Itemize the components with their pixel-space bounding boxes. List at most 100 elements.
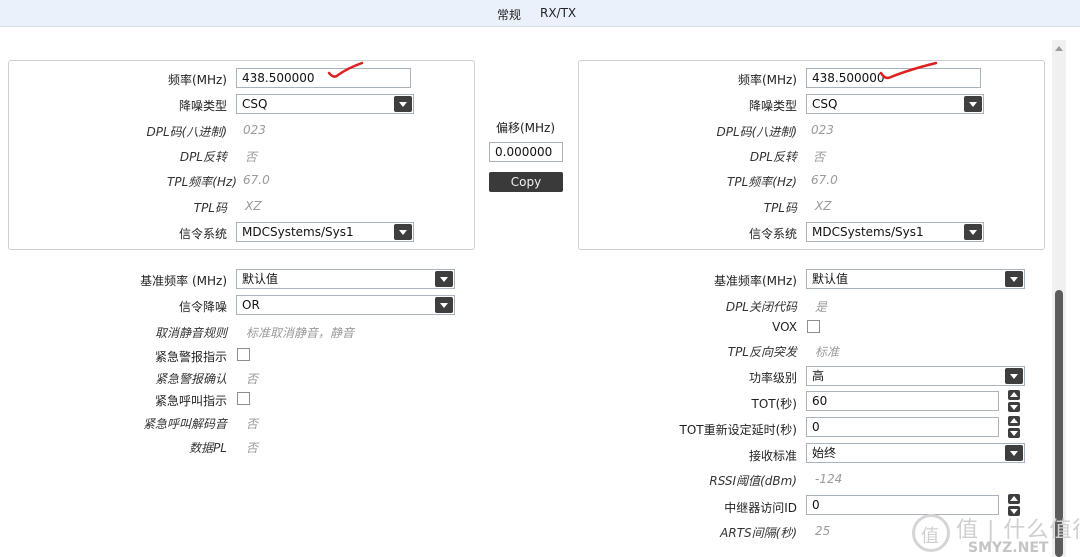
tx-signaling-value: MDCSystems/Sys1	[812, 225, 924, 239]
rx-signaling-value: MDCSystems/Sys1	[242, 225, 354, 239]
chevron-down-icon[interactable]	[394, 224, 412, 240]
tab-rx-tx[interactable]: RX/TX	[540, 6, 576, 20]
tx-power-label: 功率级别	[748, 371, 797, 385]
rx-ref-freq-label: 基准频率 (MHz)	[140, 274, 227, 288]
chevron-up-icon[interactable]	[1008, 494, 1020, 504]
tx-rx-standard-select[interactable]: 始终	[806, 443, 1025, 463]
rx-unmute-rule-value: 标准取消静音，静音	[246, 326, 355, 340]
tx-dpl-turnoff-value: 是	[815, 300, 828, 314]
rx-freq-label: 频率(MHz)	[167, 73, 227, 87]
copy-button[interactable]: Copy	[489, 172, 563, 192]
rx-dpl-invert-value: 否	[245, 150, 258, 164]
rx-data-pl-label: 数据PL	[189, 441, 227, 455]
rx-emergency-decode-value: 否	[246, 417, 259, 431]
rx-squelch-type-select[interactable]: CSQ	[236, 94, 414, 114]
tab-general[interactable]: 常规	[497, 6, 521, 23]
tx-tot-input[interactable]: 60	[806, 391, 999, 411]
offset-label: 偏移(MHz)	[495, 121, 556, 135]
tx-rssi-value: -124	[815, 472, 843, 486]
rx-emergency-call-label: 紧急呼叫指示	[154, 394, 227, 408]
rx-tpl-freq-label: TPL频率(Hz)	[167, 175, 237, 189]
tx-tot-reset-input[interactable]: 0	[806, 417, 999, 437]
chevron-down-icon[interactable]	[1005, 368, 1023, 384]
tx-power-value: 高	[812, 369, 825, 383]
rx-signaling-select[interactable]: MDCSystems/Sys1	[236, 222, 414, 242]
tx-ref-freq-select[interactable]: 默认值	[806, 269, 1025, 289]
rx-emergency-ack-label: 紧急警报确认	[154, 372, 227, 386]
tx-tpl-code-label: TPL码	[763, 201, 797, 215]
tx-repeater-label: 中继器访问ID	[724, 501, 797, 515]
tx-squelch-type-select[interactable]: CSQ	[806, 94, 984, 114]
rx-signal-squelch-value: OR	[242, 298, 260, 312]
rx-dpl-code-label: DPL码(八进制)	[146, 125, 227, 139]
tx-vox-label: VOX	[772, 320, 797, 334]
tx-tot-reset-label: TOT重新设定延时(秒)	[679, 423, 797, 437]
scroll-up-arrow-icon[interactable]	[1055, 46, 1063, 51]
chevron-down-icon[interactable]	[435, 297, 453, 313]
red-check-annotation-icon	[327, 61, 364, 78]
tx-tpl-reverse-label: TPL反向突发	[727, 345, 797, 359]
tx-dpl-turnoff-label: DPL关闭代码	[725, 300, 797, 314]
rx-tpl-freq-value: 67.0	[243, 173, 270, 187]
tx-rx-standard-value: 始终	[812, 446, 837, 460]
rx-ref-freq-value: 默认值	[242, 272, 279, 286]
tx-signaling-label: 信令系统	[748, 227, 797, 241]
rx-freq-input[interactable]: 438.500000	[236, 68, 411, 88]
chevron-down-icon[interactable]	[964, 224, 982, 240]
rx-tpl-code-value: XZ	[245, 199, 262, 213]
offset-input[interactable]: 0.000000	[489, 142, 563, 162]
watermark-domain: SMYZ.NET	[968, 540, 1049, 556]
tx-ref-freq-label: 基准频率(MHz)	[713, 274, 797, 288]
tx-dpl-code-value: 023	[811, 123, 834, 137]
tx-rx-standard-label: 接收标准	[748, 449, 797, 463]
watermark: 值 | 什么值得买 SMYZ.NET	[908, 510, 1080, 557]
chevron-up-icon[interactable]	[1008, 390, 1020, 400]
tx-arts-value: 25	[815, 524, 831, 538]
tx-tot-stepper[interactable]	[1008, 390, 1020, 412]
tx-signaling-select[interactable]: MDCSystems/Sys1	[806, 222, 984, 242]
chevron-down-icon[interactable]	[1008, 428, 1020, 438]
rx-emergency-call-checkbox[interactable]	[237, 392, 250, 405]
rx-dpl-invert-label: DPL反转	[179, 150, 227, 164]
rx-ref-freq-select[interactable]: 默认值	[236, 269, 455, 289]
tx-vox-checkbox[interactable]	[807, 320, 820, 333]
watermark-logo-icon	[912, 514, 950, 552]
chevron-down-icon[interactable]	[1005, 445, 1023, 461]
chevron-down-icon[interactable]	[1005, 271, 1023, 287]
tx-tpl-reverse-value: 标准	[815, 345, 840, 359]
tx-arts-label: ARTS间隔(秒)	[720, 526, 797, 540]
rx-emergency-alert-checkbox[interactable]	[237, 348, 250, 361]
rx-emergency-decode-label: 紧急呼叫解码音	[142, 417, 227, 431]
rx-data-pl-value: 否	[246, 441, 259, 455]
rx-squelch-type-value: CSQ	[242, 97, 268, 111]
chevron-down-icon[interactable]	[394, 96, 412, 112]
tx-tpl-code-value: XZ	[815, 199, 832, 213]
rx-signal-squelch-label: 信令降噪	[178, 300, 227, 314]
vertical-scrollbar[interactable]	[1052, 40, 1066, 557]
rx-signal-squelch-select[interactable]: OR	[236, 295, 455, 315]
rx-unmute-rule-label: 取消静音规则	[154, 326, 227, 340]
tx-squelch-type-value: CSQ	[812, 97, 838, 111]
tx-tot-reset-stepper[interactable]	[1008, 416, 1020, 438]
tx-tot-label: TOT(秒)	[751, 397, 797, 411]
tab-bar: 常规 RX/TX	[0, 0, 1080, 27]
tx-tpl-freq-value: 67.0	[811, 173, 838, 187]
tx-dpl-invert-value: 否	[813, 150, 826, 164]
tx-rssi-label: RSSI阈值(dBm)	[709, 474, 797, 488]
tx-dpl-code-label: DPL码(八进制)	[716, 125, 797, 139]
rx-emergency-ack-value: 否	[246, 372, 259, 386]
tx-freq-label: 频率(MHz)	[737, 73, 797, 87]
tx-power-select[interactable]: 高	[806, 366, 1025, 386]
chevron-down-icon[interactable]	[435, 271, 453, 287]
tx-tpl-freq-label: TPL频率(Hz)	[727, 175, 797, 189]
tx-dpl-invert-label: DPL反转	[749, 150, 797, 164]
tx-squelch-type-label: 降噪类型	[748, 99, 797, 113]
red-check-annotation-icon	[879, 61, 938, 80]
rx-tpl-code-label: TPL码	[193, 201, 227, 215]
chevron-up-icon[interactable]	[1008, 416, 1020, 426]
rx-emergency-alert-label: 紧急警报指示	[154, 350, 227, 364]
chevron-down-icon[interactable]	[1008, 402, 1020, 412]
rx-signaling-label: 信令系统	[178, 227, 227, 241]
chevron-down-icon[interactable]	[964, 96, 982, 112]
rx-dpl-code-value: 023	[243, 123, 266, 137]
